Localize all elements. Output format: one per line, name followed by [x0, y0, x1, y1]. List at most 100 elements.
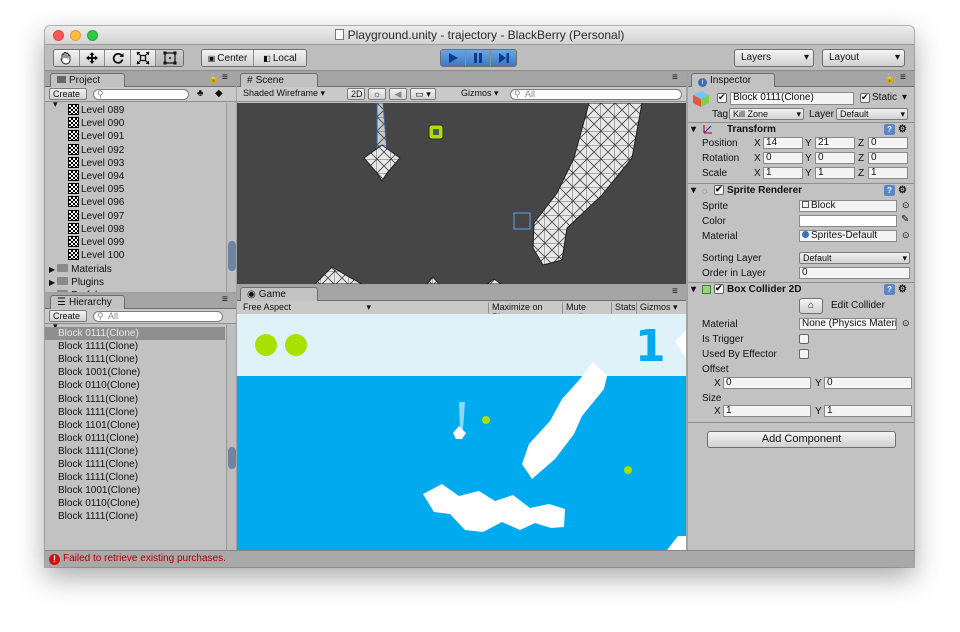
project-item-level[interactable]: Level 098: [68, 222, 124, 236]
scene-search-input[interactable]: ⚲ All: [510, 89, 682, 100]
eyedropper-icon[interactable]: ✎: [901, 214, 909, 225]
transform-header[interactable]: ▾ Transform ? ⚙: [688, 122, 914, 136]
project-scrollbar[interactable]: [226, 103, 236, 292]
shading-mode-dropdown[interactable]: Shaded Wireframe ▾: [240, 88, 340, 100]
edit-collider-button[interactable]: ⌂: [799, 298, 823, 314]
hierarchy-item[interactable]: Block 1111(Clone): [45, 471, 225, 484]
tag-dropdown[interactable]: Kill Zone ▾: [729, 108, 804, 120]
collider-material-field[interactable]: None (Physics Materia: [799, 318, 897, 330]
project-item-level[interactable]: Level 094: [68, 170, 124, 183]
box-collider-enabled-checkbox[interactable]: [714, 284, 724, 294]
mode-2d-toggle[interactable]: 2D: [347, 88, 365, 100]
layers-dropdown[interactable]: Layers ▾: [734, 49, 814, 67]
scene-effects-dropdown[interactable]: ▭ ▾: [410, 88, 436, 100]
rect-tool-button[interactable]: [156, 50, 183, 66]
pause-button[interactable]: [466, 50, 491, 66]
hierarchy-item[interactable]: Block 0111(Clone): [45, 432, 225, 445]
project-item-level[interactable]: Level 100: [68, 249, 124, 262]
hierarchy-item[interactable]: Block 1111(Clone): [45, 458, 225, 471]
scale-tool-button[interactable]: [130, 50, 157, 66]
hierarchy-search-input[interactable]: ⚲ All: [93, 311, 223, 322]
project-item-folder[interactable]: ▶ Plugins: [49, 276, 104, 289]
add-component-button[interactable]: Add Component: [707, 431, 896, 448]
tab-hierarchy[interactable]: ☰ Hierarchy: [50, 295, 125, 309]
hierarchy-item[interactable]: Block 1111(Clone): [45, 406, 225, 419]
tab-inspector[interactable]: i Inspector: [691, 73, 775, 87]
project-create-button[interactable]: Create ▾: [49, 88, 87, 109]
hierarchy-item[interactable]: Block 1111(Clone): [45, 510, 225, 523]
tab-scene[interactable]: # Scene: [240, 73, 318, 87]
menu-icon[interactable]: ≡: [222, 294, 228, 305]
hierarchy-create-button[interactable]: Create ▾: [49, 310, 87, 331]
move-tool-button[interactable]: [79, 50, 106, 66]
menu-icon[interactable]: ≡: [900, 72, 906, 83]
project-item-folder[interactable]: ▶ Prefabs: [49, 289, 106, 292]
object-active-checkbox[interactable]: [717, 93, 727, 103]
offset-x-field[interactable]: 0: [723, 377, 811, 389]
status-bar[interactable]: ! Failed to retrieve existing purchases.: [45, 550, 914, 567]
transform-y-field[interactable]: 21: [815, 137, 855, 149]
scene-audio-toggle[interactable]: ◀: [389, 88, 407, 100]
hierarchy-item[interactable]: Block 1111(Clone): [45, 445, 225, 458]
gear-icon[interactable]: ⚙: [898, 123, 907, 136]
layer-dropdown[interactable]: Default ▾: [836, 108, 908, 120]
mute-audio-toggle[interactable]: Mute audio: [562, 302, 610, 322]
hierarchy-scroll-thumb[interactable]: [228, 447, 236, 469]
object-picker-icon[interactable]: ⊙: [902, 230, 910, 241]
transform-z-field[interactable]: 0: [868, 137, 908, 149]
sprite-renderer-header[interactable]: ▾ ◌ Sprite Renderer ? ⚙: [688, 183, 914, 197]
tab-game[interactable]: ◉ Game: [240, 287, 318, 301]
object-picker-icon[interactable]: ⊙: [902, 200, 910, 211]
hierarchy-item[interactable]: Block 1001(Clone): [45, 366, 225, 379]
lock-icon[interactable]: 🔒: [208, 73, 219, 84]
help-icon[interactable]: ?: [884, 284, 895, 295]
transform-x-field[interactable]: 1: [763, 167, 803, 179]
scene-viewport[interactable]: [237, 103, 686, 284]
hierarchy-item[interactable]: Block 1101(Clone): [45, 419, 225, 432]
project-item-level[interactable]: Level 099: [68, 236, 124, 249]
sorting-layer-dropdown[interactable]: Default ▾: [799, 252, 910, 264]
project-item-level[interactable]: Level 096: [68, 196, 124, 209]
gear-icon[interactable]: ⚙: [898, 184, 907, 197]
transform-y-field[interactable]: 0: [815, 152, 855, 164]
color-swatch[interactable]: [799, 215, 897, 227]
hierarchy-item[interactable]: Block 0111(Clone): [45, 327, 225, 340]
hierarchy-item[interactable]: Block 1111(Clone): [45, 353, 225, 366]
pivot-local-button[interactable]: ◧ Local: [254, 50, 306, 66]
hand-tool-button[interactable]: [54, 50, 80, 66]
project-item-level[interactable]: Level 089: [68, 104, 124, 117]
gear-icon[interactable]: ⚙: [898, 283, 907, 296]
project-item-level[interactable]: Level 095: [68, 183, 124, 196]
menu-icon[interactable]: ≡: [672, 286, 678, 297]
project-item-level[interactable]: Level 090: [68, 117, 124, 130]
transform-y-field[interactable]: 1: [815, 167, 855, 179]
minimize-window-button[interactable]: [70, 30, 81, 41]
sprite-field[interactable]: Block: [799, 200, 897, 212]
filter-label-icon[interactable]: ◆: [215, 88, 223, 99]
hierarchy-item[interactable]: Block 0110(Clone): [45, 379, 225, 392]
project-item-level[interactable]: Level 092: [68, 143, 124, 157]
static-checkbox[interactable]: [860, 93, 870, 103]
project-item-folder[interactable]: ▶ Materials: [49, 263, 112, 276]
pivot-center-button[interactable]: ▣ Center: [202, 50, 255, 66]
project-search-input[interactable]: ⚲: [93, 89, 189, 100]
step-button[interactable]: [491, 50, 516, 66]
hierarchy-item[interactable]: Block 1001(Clone): [45, 484, 225, 497]
filter-type-icon[interactable]: ♣: [197, 88, 204, 99]
order-in-layer-field[interactable]: 0: [799, 267, 910, 279]
zoom-window-button[interactable]: [87, 30, 98, 41]
hierarchy-item[interactable]: Block 0110(Clone): [45, 497, 225, 510]
hierarchy-item[interactable]: Block 1111(Clone): [45, 340, 225, 353]
layout-dropdown[interactable]: Layout ▾: [822, 49, 905, 67]
object-picker-icon[interactable]: ⊙: [902, 318, 910, 329]
scene-gizmos-dropdown[interactable]: Gizmos ▾: [458, 88, 506, 100]
menu-icon[interactable]: ≡: [222, 72, 228, 83]
size-x-field[interactable]: 1: [723, 405, 811, 417]
hierarchy-scrollbar[interactable]: [226, 325, 236, 550]
game-gizmos-dropdown[interactable]: Gizmos ▾: [636, 302, 684, 314]
hierarchy-item[interactable]: Block 1111(Clone): [45, 393, 225, 406]
stats-toggle[interactable]: Stats: [611, 302, 636, 314]
box-collider-header[interactable]: ▾ Box Collider 2D ? ⚙: [688, 282, 914, 296]
is-trigger-checkbox[interactable]: [799, 334, 809, 344]
object-name-field[interactable]: Block 0111(Clone): [730, 92, 854, 105]
